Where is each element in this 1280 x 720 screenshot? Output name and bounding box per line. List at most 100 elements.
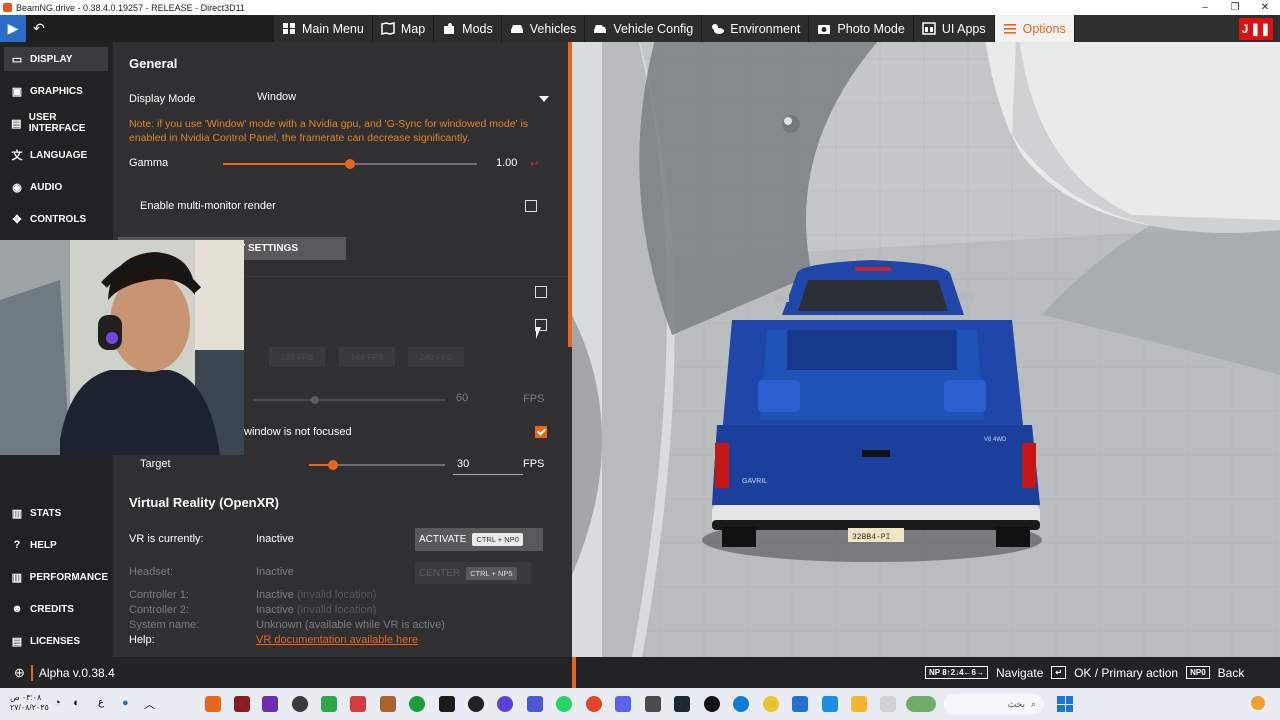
vr-activate-button[interactable]: ACTIVATE CTRL + NP0 [415, 528, 543, 551]
widget-taskbar-icon[interactable] [906, 696, 936, 712]
menu-item-environment[interactable]: Environment [702, 15, 810, 42]
vr-controller1-value: Inactive (invalid location) [256, 589, 377, 601]
version-label: Alpha v.0.38.4 [38, 665, 115, 680]
vsync-checkbox[interactable] [535, 286, 547, 298]
puzzle-icon [442, 22, 456, 35]
vr-documentation-link[interactable]: VR documentation available here [256, 634, 418, 646]
mic-icon[interactable]: ● [122, 697, 129, 709]
play-button[interactable]: ▶ [0, 15, 26, 42]
reset-icon[interactable]: ↩ [530, 159, 538, 170]
whatsapp-taskbar-icon[interactable] [556, 696, 572, 712]
display-mode-select[interactable]: Window [257, 91, 549, 109]
chrome-taskbar-icon[interactable] [763, 696, 779, 712]
wifi-icon[interactable]: ◔ [54, 697, 61, 709]
maximize-button[interactable]: ❐ [1220, 2, 1250, 13]
sidebar-item-licenses[interactable]: ▤ LICENSES [4, 629, 108, 653]
ok-hint: OK / Primary action [1074, 665, 1179, 680]
topnav-left: ▶ ↶ [0, 15, 274, 42]
app-taskbar-icon-10[interactable] [497, 696, 513, 712]
file-explorer-taskbar-icon[interactable] [851, 696, 867, 712]
store-taskbar-icon[interactable] [645, 696, 661, 712]
controller-hints: NP 8↑2↓4←6→ Navigate ↵ OK / Primary acti… [925, 657, 1244, 688]
menu-item-map[interactable]: Map [372, 15, 435, 42]
chevron-up-icon[interactable]: ︿ [144, 696, 155, 712]
menu-item-ui-apps[interactable]: UI Apps [913, 15, 995, 42]
vr-center-button[interactable]: CENTER CTRL + NP5 [415, 562, 531, 584]
app-taskbar-icon-2[interactable] [262, 696, 278, 712]
mail-taskbar-icon[interactable] [792, 696, 808, 712]
minecraft-taskbar-icon[interactable] [321, 696, 337, 712]
help-icon: ? [13, 539, 21, 551]
menu-item-vehicles[interactable]: Vehicles [501, 15, 586, 42]
game-viewport: GAVRIL V8 4WD 32BB4-PI [572, 15, 1280, 657]
framerate-limit-slider[interactable] [253, 396, 445, 404]
app-taskbar-icon-5[interactable] [350, 696, 366, 712]
multi-monitor-checkbox[interactable] [525, 200, 537, 212]
fps-preset-120[interactable]: 120 FPS [269, 347, 325, 367]
menu-item-mods[interactable]: Mods [434, 15, 502, 42]
vr-system-label: System name: [129, 619, 200, 631]
app-taskbar-icon-17[interactable] [704, 696, 720, 712]
sidebar-item-graphics[interactable]: ▣ GRAPHICS [4, 79, 108, 103]
menu-item-photo-mode[interactable]: Photo Mode [809, 15, 914, 42]
vr-status-value: Inactive [256, 533, 294, 545]
close-button[interactable]: ✕ [1250, 2, 1280, 13]
weather-tray-icon[interactable] [1251, 696, 1265, 710]
sidebar-item-language[interactable]: 文 LANGUAGE [4, 143, 108, 167]
gamma-slider-knob[interactable] [345, 159, 355, 169]
sidebar-item-performance[interactable]: ▥ PERFORMANCE [4, 565, 108, 589]
language-indicator[interactable]: ع [98, 697, 104, 708]
app-taskbar-icon-9[interactable] [468, 696, 484, 712]
panel-scrollbar[interactable] [568, 42, 572, 347]
unfocused-limit-checkbox[interactable] [535, 426, 547, 438]
user-badge-button[interactable]: J ❚❚ [1239, 17, 1273, 40]
app-taskbar-icon-23[interactable] [880, 696, 896, 712]
edge-taskbar-icon[interactable] [733, 696, 749, 712]
section-heading-general: General [129, 56, 178, 71]
globe-icon[interactable]: ⊕ [14, 665, 25, 681]
multi-monitor-label: Enable multi-monitor render [140, 200, 276, 212]
minimize-button[interactable]: – [1190, 2, 1220, 13]
app-taskbar-icon-13[interactable] [586, 696, 602, 712]
taskbar-search[interactable]: بحث ⌕ [944, 694, 1044, 714]
discord-taskbar-icon[interactable] [615, 696, 631, 712]
target-fps-slider[interactable] [309, 460, 445, 470]
sidebar-item-user-interface[interactable]: ▤ USER INTERFACE [4, 111, 108, 135]
sidebar-item-audio[interactable]: ◉ AUDIO [4, 175, 108, 199]
chevron-down-icon [539, 96, 549, 102]
fps-preset-240[interactable]: 240 FPS [408, 347, 464, 367]
teams-taskbar-icon[interactable] [527, 696, 543, 712]
gamma-slider[interactable] [223, 159, 477, 169]
target-fps-slider-knob[interactable] [328, 460, 338, 470]
app-taskbar-icon-21[interactable] [822, 696, 838, 712]
sidebar-item-stats[interactable]: ▥ STATS [4, 501, 108, 525]
menu-item-main-menu[interactable]: Main Menu [274, 15, 373, 42]
main-menu-bar: Main Menu Map Mods Vehicles Vehicle Conf… [274, 15, 1075, 42]
ui-apps-icon [922, 22, 936, 35]
fps-preset-144[interactable]: 144 FPS [339, 347, 395, 367]
app-taskbar-icon-8[interactable] [439, 696, 455, 712]
sidebar-item-help[interactable]: ? HELP [4, 533, 108, 557]
license-plate: 32BB4-PI [852, 533, 890, 542]
sidebar-item-display[interactable]: ▭ DISPLAY [4, 47, 108, 71]
speaker-tray-icon[interactable]: ◖ [72, 697, 79, 709]
target-fps-input[interactable]: 30 [453, 455, 523, 475]
taskbar-clock[interactable]: ٠٣:٠٨ ص ٢٧/٠٨/٢٠٢٥ [10, 693, 49, 713]
framerate-limit-value: 60 [456, 392, 469, 404]
xbox-taskbar-icon[interactable] [409, 696, 425, 712]
pause-icon: ❚❚ [1250, 21, 1271, 36]
beamng-taskbar-icon[interactable] [205, 696, 221, 712]
sidebar-item-credits[interactable]: ☻ CREDITS [4, 597, 108, 621]
app-taskbar-icon-3[interactable] [292, 696, 308, 712]
steam-taskbar-icon[interactable] [674, 696, 690, 712]
undo-button[interactable]: ↶ [26, 15, 52, 42]
menu-item-options[interactable]: Options [994, 15, 1075, 42]
menu-item-vehicle-config[interactable]: Vehicle Config [585, 15, 703, 42]
app-taskbar-icon-1[interactable] [234, 696, 250, 712]
windows-start-icon[interactable] [1057, 696, 1073, 712]
sliders-icon [1003, 22, 1017, 35]
sidebar-item-controls[interactable]: ✥ CONTROLS [4, 207, 108, 231]
controls-icon: ✥ [12, 213, 22, 226]
framerate-limit-knob[interactable] [311, 396, 319, 404]
app-taskbar-icon-6[interactable] [380, 696, 396, 712]
